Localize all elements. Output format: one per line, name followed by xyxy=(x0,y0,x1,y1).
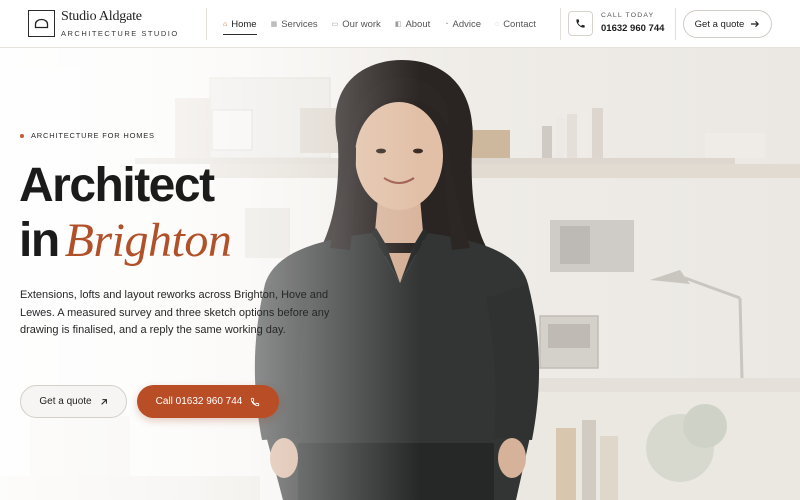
phone-icon[interactable] xyxy=(568,11,593,36)
eyebrow-text: ARCHITECTURE FOR HOMES xyxy=(31,131,155,140)
hero-title-line1: Architect xyxy=(19,159,215,212)
hero-text-overlay xyxy=(0,48,420,500)
main-nav: ⌂ Home ▦ Services ▭ Our work ◧ About ◔ A… xyxy=(216,10,543,38)
nav-item-services[interactable]: ▦ Services xyxy=(264,10,325,38)
divider xyxy=(560,8,561,40)
arrow-right-icon xyxy=(751,20,760,28)
quote-button-label: Get a quote xyxy=(694,18,745,30)
nav-item-our-work[interactable]: ▭ Our work xyxy=(325,10,388,38)
hero-quote-button[interactable]: Get a quote xyxy=(20,385,127,418)
portfolio-icon: ▭ xyxy=(331,21,339,28)
nav-label: Contact xyxy=(503,18,536,30)
nav-label: Services xyxy=(281,18,318,30)
divider xyxy=(675,8,676,40)
hero-call-button[interactable]: Call 01632 960 744 xyxy=(137,385,279,418)
nav-label: About xyxy=(405,18,431,30)
header-quote-button[interactable]: Get a quote xyxy=(683,10,772,38)
brand-name[interactable]: Studio Aldgate xyxy=(61,9,142,25)
hero-description: Extensions, lofts and layout reworks acr… xyxy=(20,289,330,336)
site-header: Studio Aldgate ARCHITECTURE STUDIO ⌂ Hom… xyxy=(0,0,800,48)
nav-item-home[interactable]: ⌂ Home xyxy=(216,10,264,38)
brand-tagline: ARCHITECTURE STUDIO xyxy=(61,29,179,38)
nav-label: Advice xyxy=(452,18,482,30)
home-icon: ⌂ xyxy=(223,20,228,28)
hero-title-in: in xyxy=(19,214,60,267)
hero-section xyxy=(0,48,800,500)
advice-icon: ◔ xyxy=(444,20,449,28)
header-phone-number[interactable]: 01632 960 744 xyxy=(601,23,664,34)
call-button-label: Call 01632 960 744 xyxy=(155,396,243,407)
nav-item-about[interactable]: ◧ About xyxy=(388,10,437,38)
logo-icon[interactable] xyxy=(28,10,55,37)
hero-title-line2: in Brighton xyxy=(19,213,232,269)
nav-item-advice[interactable]: ◔ Advice xyxy=(437,10,488,38)
quote-button-label: Get a quote xyxy=(39,396,92,407)
about-icon: ◧ xyxy=(394,21,402,28)
hero-eyebrow: ARCHITECTURE FOR HOMES xyxy=(20,131,155,140)
divider xyxy=(206,8,207,40)
nav-label: Our work xyxy=(342,18,381,30)
nav-item-contact[interactable]: ◌ Contact xyxy=(488,10,543,38)
nav-label: Home xyxy=(231,18,257,30)
phone-icon xyxy=(251,397,260,406)
contact-icon: ◌ xyxy=(495,20,500,28)
arrow-up-right-icon xyxy=(100,398,107,405)
accent-dot-icon xyxy=(20,133,24,138)
call-today-label: CALL TODAY xyxy=(601,12,655,19)
hero-title-accent: Brighton xyxy=(64,214,232,267)
services-icon: ▦ xyxy=(270,21,278,28)
